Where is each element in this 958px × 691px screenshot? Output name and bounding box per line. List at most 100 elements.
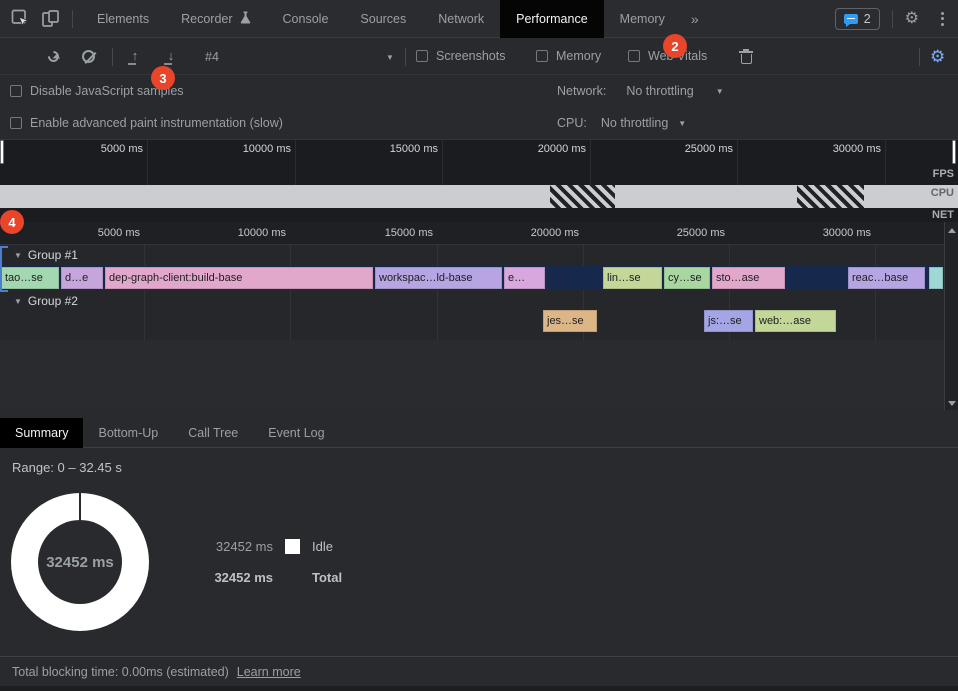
toolbar-divider (112, 48, 113, 66)
details-tab-call-tree[interactable]: Call Tree (173, 418, 253, 448)
flame-event-bar[interactable]: tao…se (1, 267, 59, 289)
donut-total-label: 32452 ms (46, 554, 114, 571)
flame-event-bar[interactable]: dep-graph-client:build-base (105, 267, 373, 289)
overview-tick-label: 30000 ms (833, 143, 881, 155)
overview-left-handle[interactable] (0, 140, 4, 164)
overview-cpu-band (0, 185, 958, 208)
group-header-1[interactable]: ▼ Group #1 (14, 248, 78, 262)
overview-right-handle[interactable] (952, 140, 956, 164)
overview-tick-label: 5000 ms (101, 143, 143, 155)
settings-gear-icon[interactable]: ⚙ (897, 11, 927, 27)
flame-event-bar[interactable]: js:…se (704, 310, 753, 332)
flame-chart[interactable]: 5000 ms10000 ms15000 ms20000 ms25000 ms3… (0, 222, 958, 410)
reload-and-record-button[interactable] (48, 51, 59, 62)
tabbar-right-cluster: 2 ⚙ (835, 0, 958, 38)
tab-network[interactable]: Network (422, 0, 500, 38)
overview-tick-label: 20000 ms (538, 143, 586, 155)
flame-tick-label: 15000 ms (385, 227, 433, 239)
tab-recorder[interactable]: Recorder (165, 0, 266, 38)
annotation-badge-3[interactable]: 3 (151, 66, 175, 90)
scroll-up-icon[interactable] (948, 228, 956, 233)
network-label: Network: (557, 84, 606, 98)
tab-console[interactable]: Console (267, 0, 345, 38)
legend-row: 32452 msIdle (205, 539, 392, 554)
donut-slice-seam (79, 493, 81, 520)
network-value: No throttling (626, 84, 693, 98)
flame-event-bar[interactable]: web:…ase (755, 310, 836, 332)
legend-value: 32452 ms (205, 570, 273, 585)
trash-icon[interactable] (739, 49, 753, 64)
flame-event-bar[interactable]: e… (504, 267, 545, 289)
flame-tick-label: 25000 ms (677, 227, 725, 239)
tabbar-divider (72, 10, 73, 28)
cpu-throttling-select[interactable]: CPU: No throttling ▼ (557, 116, 686, 130)
inspect-element-icon[interactable] (10, 9, 30, 29)
flame-tick-label: 5000 ms (98, 227, 140, 239)
checkbox-icon[interactable] (10, 117, 22, 129)
annotation-badge-2[interactable]: 2 (663, 34, 687, 58)
legend-value: 32452 ms (205, 539, 273, 554)
flame-event-bar[interactable]: lin…se (603, 267, 662, 289)
capture-settings-gear-icon[interactable]: ⚙ (930, 48, 945, 65)
annotation-badge-4[interactable]: 4 (0, 210, 24, 234)
total-blocking-time-text: Total blocking time: 0.00ms (estimated) (12, 665, 229, 679)
cpu-value: No throttling (601, 116, 668, 130)
overview-tick-label: 25000 ms (685, 143, 733, 155)
checkbox-label: Enable advanced paint instrumentation (s… (30, 116, 283, 130)
overview-tick-label: 10000 ms (243, 143, 291, 155)
flame-scrollbar[interactable] (944, 222, 958, 410)
clear-button[interactable] (82, 50, 95, 63)
flame-event-bar[interactable]: sto…ase (712, 267, 785, 289)
timeline-overview[interactable]: 5000 ms 10000 ms 15000 ms 20000 ms 25000 ms 3… (0, 140, 958, 222)
flame-event-bar[interactable] (929, 267, 943, 289)
tab-sources[interactable]: Sources (344, 0, 422, 38)
details-tab-event-log[interactable]: Event Log (253, 418, 339, 448)
network-throttling-select[interactable]: Network: No throttling ▼ (557, 84, 724, 98)
issues-counter-button[interactable]: 2 (835, 8, 880, 30)
flame-event-bar[interactable]: d…e (61, 267, 103, 289)
track-selection-bracket (0, 246, 6, 292)
devtools-tabbar: ElementsRecorderConsoleSourcesNetworkPer… (0, 0, 958, 38)
details-tabbar: SummaryBottom-UpCall TreeEvent Log (0, 418, 958, 448)
tabbar-divider (892, 10, 893, 28)
session-dropdown-caret-icon[interactable]: ▼ (386, 53, 394, 62)
collapse-triangle-icon: ▼ (14, 297, 22, 306)
cpu-label: CPU: (557, 116, 587, 130)
checkbox-label: Screenshots (436, 49, 505, 63)
checkbox-icon[interactable] (536, 50, 548, 62)
tab-performance[interactable]: Performance (500, 0, 604, 38)
overview-tick-label: 15000 ms (390, 143, 438, 155)
group-header-2[interactable]: ▼Group #2 (14, 294, 78, 308)
panel-tabs: ElementsRecorderConsoleSourcesNetworkPer… (81, 0, 681, 38)
customize-menu-icon[interactable] (927, 12, 958, 26)
flame-event-bar[interactable]: workspac…ld-base (375, 267, 502, 289)
flame-event-bar[interactable]: cy…se (664, 267, 710, 289)
flame-ruler (0, 222, 958, 245)
device-toolbar-icon[interactable] (40, 9, 60, 29)
toolbar-checkbox-screenshots[interactable]: Screenshots (416, 49, 505, 63)
collapse-triangle-icon: ▼ (14, 251, 22, 260)
load-profile-button[interactable]: ↑ (128, 50, 142, 61)
recording-session-label: #4 (205, 50, 219, 64)
flame-event-bar[interactable]: reac…base (848, 267, 925, 289)
save-profile-button[interactable]: ↓ (164, 50, 178, 61)
flame-empty-area (0, 340, 944, 410)
checkbox-icon[interactable] (628, 50, 640, 62)
scroll-down-icon[interactable] (948, 401, 956, 406)
checkbox-icon[interactable] (10, 85, 22, 97)
cpu-throttle-hatch (550, 185, 615, 208)
learn-more-link[interactable]: Learn more (237, 665, 301, 679)
tab-memory[interactable]: Memory (604, 0, 681, 38)
tab-elements[interactable]: Elements (81, 0, 165, 38)
lane-label-net: NET (932, 209, 954, 221)
issues-count: 2 (864, 12, 871, 26)
details-tab-bottom-up[interactable]: Bottom-Up (83, 418, 173, 448)
chevron-down-icon: ▼ (716, 87, 724, 96)
toolbar-checkbox-memory[interactable]: Memory (536, 49, 601, 63)
settings-checkbox-row[interactable]: Enable advanced paint instrumentation (s… (10, 116, 283, 130)
details-tab-summary[interactable]: Summary (0, 418, 83, 448)
group-name: Group #1 (28, 248, 78, 262)
more-tabs-button[interactable]: » (681, 11, 709, 27)
flame-event-bar[interactable]: jes…se (543, 310, 597, 332)
checkbox-icon[interactable] (416, 50, 428, 62)
